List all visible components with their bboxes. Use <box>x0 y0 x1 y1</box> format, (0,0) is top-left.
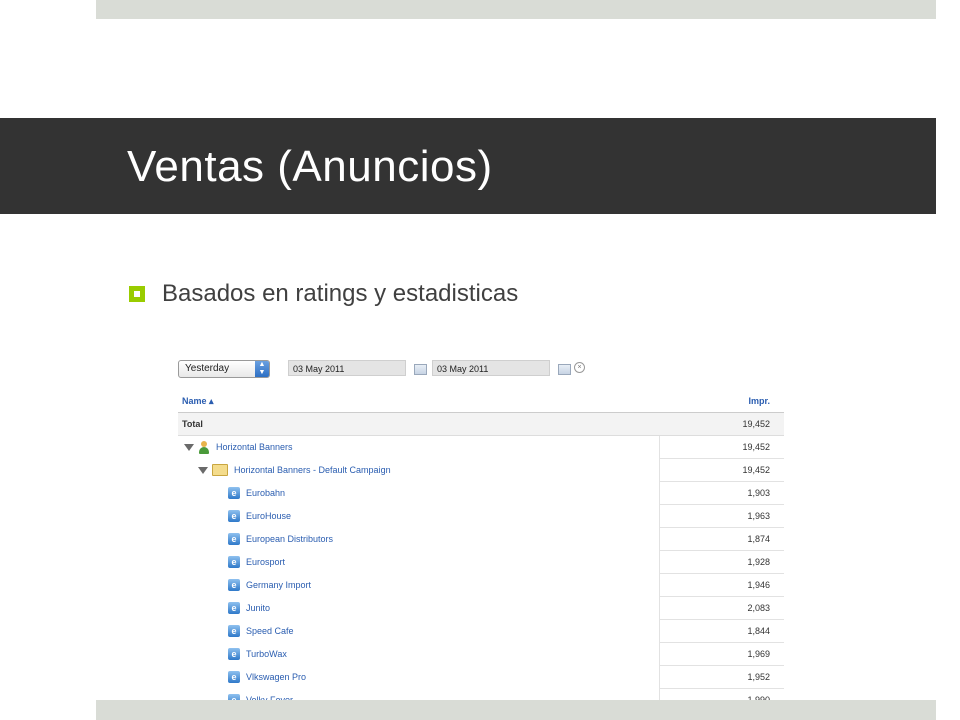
row-impressions: 1,903 <box>659 481 784 505</box>
row-name-cell: e Speed Cafe <box>178 620 660 643</box>
ie-icon: e <box>228 556 240 568</box>
row-name: e Germany Import <box>178 579 659 591</box>
table-row[interactable]: Horizontal Banners - Default Campaign 19,… <box>178 458 784 482</box>
row-name: e Eurobahn <box>178 487 659 499</box>
row-label[interactable]: Junito <box>246 603 270 613</box>
row-name-cell: e TurboWax <box>178 643 660 666</box>
column-header-impressions[interactable]: Impr. <box>659 390 784 413</box>
table-row[interactable]: e Germany Import 1,946 <box>178 573 784 597</box>
ie-icon: e <box>228 533 240 545</box>
date-from-field[interactable]: 03 May 2011 <box>288 360 406 376</box>
ie-icon: e <box>228 602 240 614</box>
row-name: e European Distributors <box>178 533 659 545</box>
total-label: Total <box>178 412 660 436</box>
table-header: Name ▴ Impr. <box>178 390 784 413</box>
range-select-value: Yesterday <box>185 363 230 374</box>
calendar-icon[interactable] <box>558 364 571 375</box>
table-row[interactable]: e Eurobahn 1,903 <box>178 481 784 505</box>
ie-icon: e <box>228 648 240 660</box>
column-header-name[interactable]: Name ▴ <box>178 390 660 413</box>
row-name: e Speed Cafe <box>178 625 659 637</box>
select-arrows-icon: ▲ ▼ <box>255 361 269 377</box>
ie-icon: e <box>228 579 240 591</box>
table-row[interactable]: e European Distributors 1,874 <box>178 527 784 551</box>
row-label[interactable]: Speed Cafe <box>246 626 294 636</box>
bottom-decor-bar <box>96 700 936 720</box>
row-impressions: 1,874 <box>659 527 784 551</box>
row-name: Horizontal Banners - Default Campaign <box>178 464 659 476</box>
stats-table: Name ▴ Impr. Total 19,452 Horizontal Ban… <box>178 390 784 700</box>
row-impressions: 1,963 <box>659 504 784 528</box>
table-row[interactable]: Horizontal Banners 19,452 <box>178 435 784 459</box>
top-decor-bar <box>96 0 936 19</box>
table-row[interactable]: e Eurosport 1,928 <box>178 550 784 574</box>
table-row[interactable]: e Volky Fever 1,990 <box>178 688 784 700</box>
ie-icon: e <box>228 487 240 499</box>
table-row[interactable]: e TurboWax 1,969 <box>178 642 784 666</box>
bullet-text: Basados en ratings y estadisticas <box>162 280 519 307</box>
ie-icon: e <box>228 510 240 522</box>
row-name: e Vlkswagen Pro <box>178 671 659 683</box>
row-name-cell: Horizontal Banners - Default Campaign <box>178 459 660 482</box>
row-label[interactable]: Germany Import <box>246 580 311 590</box>
slide-title: Ventas (Anuncios) <box>127 142 493 191</box>
ie-icon: e <box>228 625 240 637</box>
row-name-cell: e Junito <box>178 597 660 620</box>
row-impressions: 19,452 <box>659 458 784 482</box>
row-name-cell: e Germany Import <box>178 574 660 597</box>
expand-triangle-icon[interactable] <box>198 466 208 474</box>
ie-icon: e <box>228 671 240 683</box>
clear-icon[interactable]: × <box>574 362 585 373</box>
expand-triangle-icon[interactable] <box>184 443 194 451</box>
row-name-cell: e Eurosport <box>178 551 660 574</box>
row-name-cell: e Volky Fever <box>178 689 660 700</box>
calendar-icon[interactable] <box>414 364 427 375</box>
row-impressions: 1,844 <box>659 619 784 643</box>
row-name-cell: e Vlkswagen Pro <box>178 666 660 689</box>
row-name: e Eurosport <box>178 556 659 568</box>
row-impressions: 1,990 <box>659 688 784 700</box>
row-impressions: 1,946 <box>659 573 784 597</box>
row-name-cell: e EuroHouse <box>178 505 660 528</box>
total-value: 19,452 <box>659 412 784 436</box>
row-name-cell: e European Distributors <box>178 528 660 551</box>
row-name-cell: e Eurobahn <box>178 482 660 505</box>
row-label[interactable]: Eurosport <box>246 557 285 567</box>
row-label[interactable]: Horizontal Banners - Default Campaign <box>234 465 391 475</box>
row-impressions: 1,928 <box>659 550 784 574</box>
sort-up-icon: ▴ <box>209 395 214 406</box>
row-name: e TurboWax <box>178 648 659 660</box>
row-impressions: 19,452 <box>659 435 784 459</box>
row-label[interactable]: TurboWax <box>246 649 287 659</box>
bullet-item: Basados en ratings y estadisticas <box>128 280 518 308</box>
row-name-cell: Horizontal Banners <box>178 436 660 459</box>
row-impressions: 1,952 <box>659 665 784 689</box>
row-label[interactable]: EuroHouse <box>246 511 291 521</box>
range-select[interactable]: Yesterday ▲ ▼ <box>178 360 270 378</box>
total-row: Total 19,452 <box>178 412 784 436</box>
table-row[interactable]: e Junito 2,083 <box>178 596 784 620</box>
table-row[interactable]: e Vlkswagen Pro 1,952 <box>178 665 784 689</box>
row-label[interactable]: Vlkswagen Pro <box>246 672 306 682</box>
row-impressions: 2,083 <box>659 596 784 620</box>
report-controls: Yesterday ▲ ▼ 03 May 2011 03 May 2011 × <box>176 354 786 386</box>
row-name: Horizontal Banners <box>178 440 659 454</box>
row-name: e Junito <box>178 602 659 614</box>
table-row[interactable]: e Speed Cafe 1,844 <box>178 619 784 643</box>
row-label[interactable]: Horizontal Banners <box>216 442 293 452</box>
table-row[interactable]: e EuroHouse 1,963 <box>178 504 784 528</box>
square-bullet-icon <box>129 286 145 302</box>
row-label[interactable]: Eurobahn <box>246 488 285 498</box>
user-icon <box>198 440 210 454</box>
row-label[interactable]: European Distributors <box>246 534 333 544</box>
report-screenshot: Yesterday ▲ ▼ 03 May 2011 03 May 2011 × N… <box>176 354 786 700</box>
date-to-field[interactable]: 03 May 2011 <box>432 360 550 376</box>
folder-icon <box>212 464 228 476</box>
row-name: e EuroHouse <box>178 510 659 522</box>
row-impressions: 1,969 <box>659 642 784 666</box>
